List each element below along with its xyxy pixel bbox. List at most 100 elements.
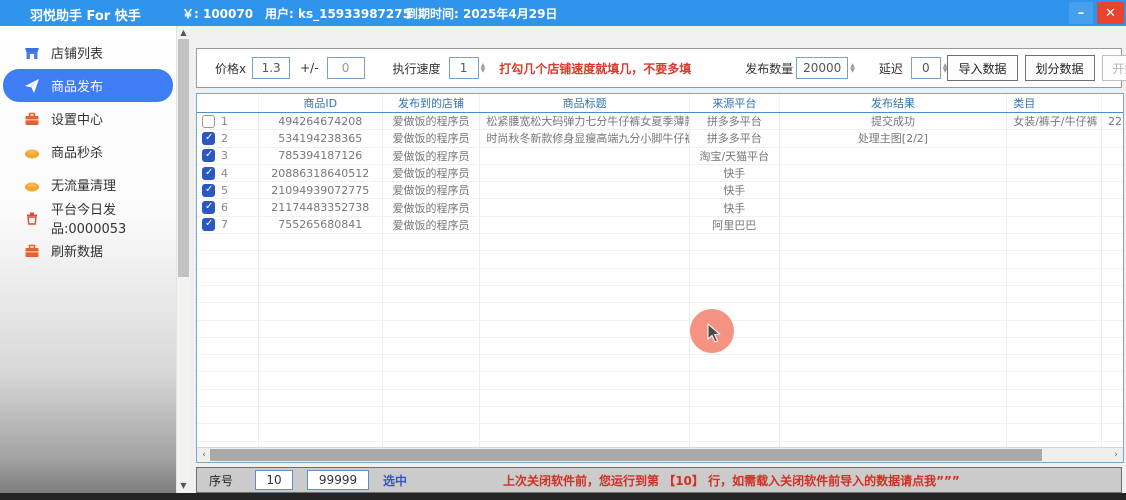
column-header-category[interactable]: 类目 (1007, 94, 1102, 112)
checkbox-checked-icon[interactable] (202, 167, 215, 180)
main-panel: 价格x +/- 执行速度 ▲▼ 打勾几个店铺速度就填几，不要多填 发布数量 ▲▼… (190, 26, 1126, 493)
table-row-empty (197, 234, 1123, 251)
cell-category (1007, 199, 1102, 215)
horizontal-scrollbar-thumb[interactable] (210, 449, 1042, 461)
scroll-left-icon[interactable]: ‹ (197, 448, 211, 462)
column-header-platform[interactable]: 来源平台 (690, 94, 780, 112)
table-row[interactable]: 2534194238365爱做饭的程序员时尚秋冬新款修身显瘦高端九分小脚牛仔裤.… (197, 130, 1123, 147)
coin-icon (24, 177, 40, 193)
sidebar-item-product-publish[interactable]: 商品发布 (3, 69, 173, 102)
selected-label[interactable]: 选中 (383, 472, 407, 489)
table-row-empty (197, 424, 1123, 441)
checkbox-checked-icon[interactable] (202, 201, 215, 214)
sidebar-item-label: 设置中心 (51, 109, 103, 128)
window-controls: – ✕ (1069, 2, 1124, 24)
table-row-empty (197, 269, 1123, 286)
checkbox-checked-icon[interactable] (202, 132, 215, 145)
row-select-cell: 6 (197, 199, 259, 215)
cell-platform: 阿里巴巴 (690, 217, 780, 233)
row-select-cell: 2 (197, 130, 259, 146)
cell-title: 松紧腰宽松大码弹力七分牛仔裤女夏季薄款2... (480, 113, 690, 129)
sidebar-item-flash-sale[interactable]: 商品秒杀 (0, 135, 176, 168)
table-row[interactable]: 621174483352738爱做饭的程序员快手 (197, 199, 1123, 216)
column-header-select[interactable] (197, 94, 259, 112)
sidebar-item-traffic-clean[interactable]: 无流量清理 (0, 168, 176, 201)
cell-shop: 爱做饭的程序员 (383, 148, 481, 164)
sidebar-item-store-list[interactable]: 店铺列表 (0, 36, 176, 69)
row-number: 7 (221, 218, 228, 231)
table-row-empty (197, 286, 1123, 303)
table-row[interactable]: 521094939072775爱做饭的程序员快手 (197, 182, 1123, 199)
column-header-shop[interactable]: 发布到的店铺 (383, 94, 481, 112)
cell-result (780, 165, 1008, 181)
column-header-product-id[interactable]: 商品ID (259, 94, 383, 112)
offset-input[interactable] (327, 57, 365, 79)
scroll-down-icon[interactable]: ▼ (177, 481, 190, 490)
cell-id: 785394187126 (259, 148, 383, 164)
checkbox-unchecked-icon[interactable] (202, 115, 215, 128)
table-row-empty (197, 390, 1123, 407)
cell-shop: 爱做饭的程序员 (383, 113, 481, 129)
table-row[interactable]: 3785394187126爱做饭的程序员淘宝/天猫平台 (197, 148, 1123, 165)
sidebar-scrollbar-thumb[interactable] (178, 39, 189, 277)
sidebar-item-settings[interactable]: 设置中心 (0, 102, 176, 135)
table-row[interactable]: 7 755265680841爱做饭的程序员 阿里巴巴 (197, 217, 1123, 234)
cell-title (480, 199, 690, 215)
app-title: 羽悦助手 For 快手 (30, 5, 141, 24)
import-data-button[interactable]: 导入数据 (947, 55, 1017, 81)
scroll-right-icon[interactable]: › (1109, 448, 1123, 462)
cell-category (1007, 182, 1102, 198)
cell-title (480, 182, 690, 198)
row-number: 5 (221, 184, 228, 197)
price-input[interactable] (252, 57, 290, 79)
resume-notice-link[interactable]: 上次关闭软件前，您运行到第 【10】 行，如需载入关闭软件前导入的数据请点我””… (503, 472, 960, 489)
table-row[interactable]: 1494264674208爱做饭的程序员松紧腰宽松大码弹力七分牛仔裤女夏季薄款2… (197, 113, 1123, 130)
briefcase-icon (24, 111, 40, 127)
table-row-empty (197, 321, 1123, 338)
scroll-up-icon[interactable]: ▲ (177, 28, 190, 37)
checkbox-checked-icon[interactable] (202, 184, 215, 197)
cell-shop: 爱做饭的程序员 (383, 182, 481, 198)
speed-input[interactable] (449, 57, 479, 79)
limit-input[interactable] (307, 470, 369, 490)
table-row-empty (197, 251, 1123, 268)
cell-result (780, 182, 1008, 198)
row-select-cell: 7 (197, 217, 259, 233)
column-header-result[interactable]: 发布结果 (780, 94, 1008, 112)
cell-result: 提交成功 (780, 113, 1008, 129)
publish-toolbar: 价格x +/- 执行速度 ▲▼ 打勾几个店铺速度就填几，不要多填 发布数量 ▲▼… (196, 48, 1122, 88)
cell-extra: 22 (1102, 113, 1123, 129)
speed-spinner[interactable]: ▲▼ (481, 63, 486, 73)
cell-result (780, 199, 1008, 215)
quantity-spinner[interactable]: ▲▼ (850, 63, 855, 73)
expire-date-text: 到期时间: 2025年4月29日 (406, 5, 557, 22)
column-header-title[interactable]: 商品标题 (480, 94, 690, 112)
checkbox-checked-icon[interactable] (202, 149, 215, 162)
quantity-label: 发布数量 (745, 60, 793, 77)
start-publish-button[interactable]: 开始发布 (1102, 55, 1126, 81)
table-row[interactable]: 420886318640512爱做饭的程序员快手 (197, 165, 1123, 182)
table-horizontal-scrollbar[interactable]: ‹ › (197, 447, 1123, 462)
sidebar-item-label: 无流量清理 (51, 175, 116, 194)
cell-extra (1102, 130, 1123, 146)
cell-platform: 拼多多平台 (690, 130, 780, 146)
cell-category (1007, 148, 1102, 164)
minimize-button[interactable]: – (1069, 2, 1093, 24)
cell-shop: 爱做饭的程序员 (383, 217, 481, 233)
table-row-empty (197, 407, 1123, 424)
quantity-input[interactable] (796, 57, 848, 79)
sidebar-item-label: 刷新数据 (51, 241, 103, 260)
sidebar-item-today-count[interactable]: 平台今日发品:0000053 (0, 201, 176, 234)
checkbox-checked-icon[interactable] (202, 218, 215, 231)
products-table: 商品ID 发布到的店铺 商品标题 来源平台 发布结果 类目 1494264674… (196, 93, 1124, 463)
cell-id: 755265680841 (259, 217, 383, 233)
sidebar-scrollbar[interactable]: ▲ ▼ (176, 26, 190, 493)
sequence-input[interactable] (255, 470, 293, 490)
close-button[interactable]: ✕ (1097, 2, 1124, 24)
row-number: 2 (221, 132, 228, 145)
delay-input[interactable] (911, 57, 941, 79)
cell-title (480, 148, 690, 164)
row-number: 6 (221, 201, 228, 214)
split-data-button[interactable]: 划分数据 (1025, 55, 1095, 81)
sidebar-item-refresh-data[interactable]: 刷新数据 (0, 234, 176, 267)
